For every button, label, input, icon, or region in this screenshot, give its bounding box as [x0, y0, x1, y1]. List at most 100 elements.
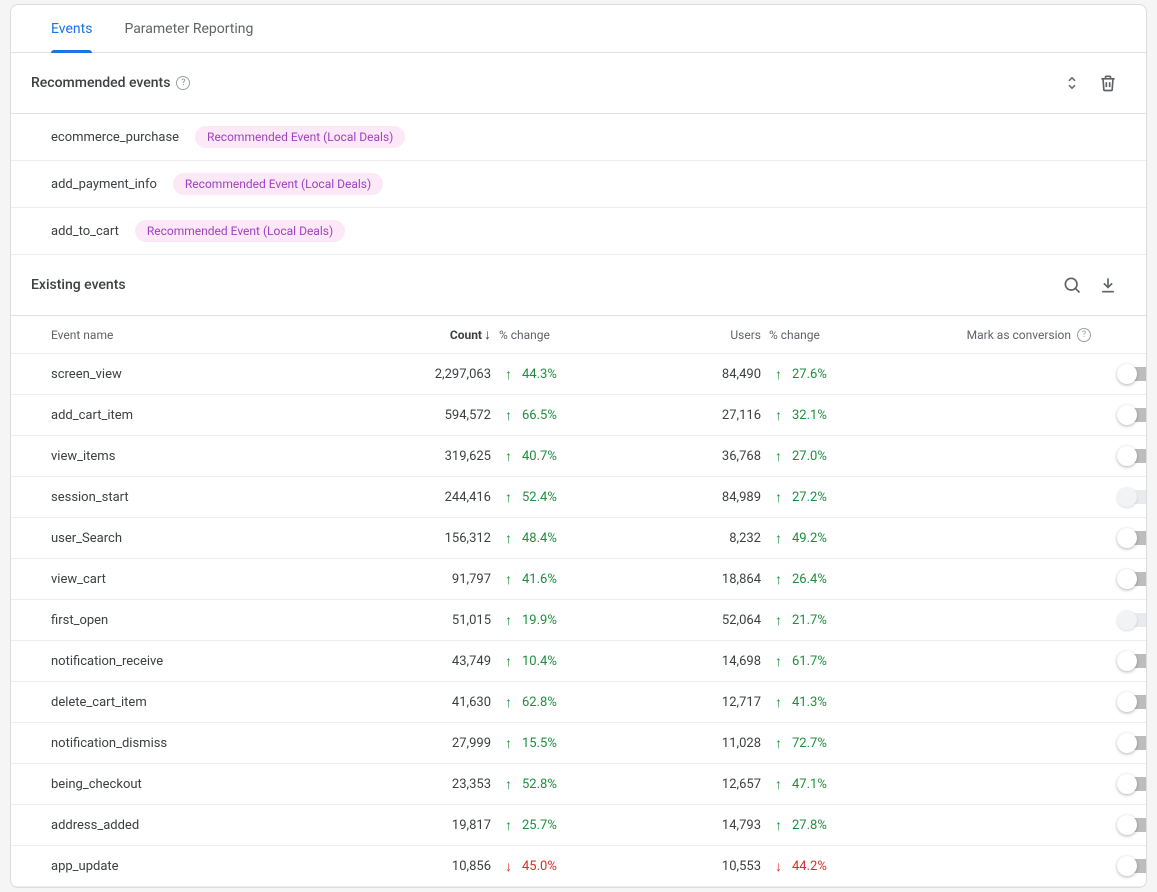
th-event-name[interactable]: Event name: [51, 328, 391, 342]
conversion-toggle[interactable]: [1119, 449, 1147, 463]
event-users: 12,657: [601, 777, 761, 792]
event-name: session_start: [51, 490, 391, 505]
event-users: 36,768: [601, 449, 761, 464]
count-change: ↑62.8%: [491, 694, 601, 711]
users-change: ↑27.8%: [761, 817, 861, 834]
table-row[interactable]: address_added19,817↑25.7%14,793↑27.8%: [11, 805, 1146, 846]
conversion-toggle[interactable]: [1119, 777, 1147, 791]
recommended-event-row[interactable]: ecommerce_purchaseRecommended Event (Loc…: [11, 114, 1146, 161]
arrow-up-icon: ↑: [775, 407, 782, 424]
event-name: add_cart_item: [51, 408, 391, 423]
table-header-row: Event name Count ↓ % change Users % chan…: [11, 316, 1146, 354]
table-row[interactable]: session_start244,416↑52.4%84,989↑27.2%: [11, 477, 1146, 518]
table-row[interactable]: screen_view2,297,063↑44.3%84,490↑27.6%: [11, 354, 1146, 395]
recommended-events-title: Recommended events: [31, 75, 170, 91]
conversion-toggle[interactable]: [1119, 654, 1147, 668]
search-icon[interactable]: [1054, 267, 1090, 303]
recommended-events-header: Recommended events ?: [11, 53, 1146, 114]
arrow-up-icon: ↑: [775, 817, 782, 834]
users-change: ↑41.3%: [761, 694, 861, 711]
conversion-toggle[interactable]: [1119, 572, 1147, 586]
arrow-down-icon: ↓: [775, 858, 782, 875]
tab-events[interactable]: Events: [35, 5, 108, 53]
event-name: app_update: [51, 859, 391, 874]
table-row[interactable]: user_Search156,312↑48.4%8,232↑49.2%: [11, 518, 1146, 559]
conversion-toggle[interactable]: [1119, 408, 1147, 422]
th-count-change[interactable]: % change: [491, 328, 601, 342]
users-change: ↑32.1%: [761, 407, 861, 424]
event-count: 10,856: [391, 859, 491, 874]
event-users: 27,116: [601, 408, 761, 423]
event-count: 244,416: [391, 490, 491, 505]
arrow-up-icon: ↑: [505, 776, 512, 793]
table-row[interactable]: first_open51,015↑19.9%52,064↑21.7%: [11, 600, 1146, 641]
event-name: user_Search: [51, 531, 391, 546]
table-row[interactable]: notification_dismiss27,999↑15.5%11,028↑7…: [11, 723, 1146, 764]
count-change: ↑41.6%: [491, 571, 601, 588]
arrow-up-icon: ↑: [775, 489, 782, 506]
table-row[interactable]: view_cart91,797↑41.6%18,864↑26.4%: [11, 559, 1146, 600]
event-users: 84,989: [601, 490, 761, 505]
th-count[interactable]: Count ↓: [391, 326, 491, 343]
count-change: ↑10.4%: [491, 653, 601, 670]
existing-events-header: Existing events: [11, 255, 1146, 316]
arrow-up-icon: ↑: [505, 530, 512, 547]
event-count: 594,572: [391, 408, 491, 423]
arrow-up-icon: ↑: [505, 571, 512, 588]
recommended-event-badge: Recommended Event (Local Deals): [135, 220, 345, 242]
table-row[interactable]: app_update10,856↓45.0%10,553↓44.2%: [11, 846, 1146, 887]
event-name: first_open: [51, 613, 391, 628]
users-change: ↑27.6%: [761, 366, 861, 383]
users-change: ↑47.1%: [761, 776, 861, 793]
th-users-change[interactable]: % change: [761, 328, 861, 342]
count-change: ↑44.3%: [491, 366, 601, 383]
event-users: 10,553: [601, 859, 761, 874]
conversion-toggle[interactable]: [1119, 531, 1147, 545]
arrow-up-icon: ↑: [505, 407, 512, 424]
recommended-events-list: ecommerce_purchaseRecommended Event (Loc…: [11, 114, 1146, 255]
recommended-event-row[interactable]: add_to_cartRecommended Event (Local Deal…: [11, 208, 1146, 255]
expand-collapse-icon[interactable]: [1054, 65, 1090, 101]
arrow-up-icon: ↑: [775, 776, 782, 793]
count-change: ↑15.5%: [491, 735, 601, 752]
help-icon[interactable]: ?: [176, 76, 190, 90]
th-users[interactable]: Users: [601, 328, 761, 342]
download-icon[interactable]: [1090, 267, 1126, 303]
conversion-toggle[interactable]: [1119, 859, 1147, 873]
delete-icon[interactable]: [1090, 65, 1126, 101]
conversion-toggle[interactable]: [1119, 736, 1147, 750]
users-change: ↑27.2%: [761, 489, 861, 506]
recommended-event-row[interactable]: add_payment_info Recommended Event (Local…: [11, 161, 1146, 208]
table-row[interactable]: delete_cart_item41,630↑62.8%12,717↑41.3%: [11, 682, 1146, 723]
help-icon[interactable]: ?: [1077, 328, 1091, 342]
event-users: 14,793: [601, 818, 761, 833]
users-change: ↑49.2%: [761, 530, 861, 547]
users-change: ↑21.7%: [761, 612, 861, 629]
event-users: 8,232: [601, 531, 761, 546]
event-count: 319,625: [391, 449, 491, 464]
conversion-toggle[interactable]: [1119, 367, 1147, 381]
table-row[interactable]: view_items319,625↑40.7%36,768↑27.0%: [11, 436, 1146, 477]
table-row[interactable]: add_cart_item594,572↑66.5%27,116↑32.1%: [11, 395, 1146, 436]
recommended-event-name: add_payment_info: [51, 177, 157, 192]
recommended-event-badge: Recommended Event (Local Deals): [173, 173, 383, 195]
arrow-up-icon: ↑: [775, 448, 782, 465]
conversion-toggle: [1119, 490, 1147, 504]
tab-parameter-reporting[interactable]: Parameter Reporting: [108, 5, 269, 53]
event-users: 12,717: [601, 695, 761, 710]
count-change: ↑52.4%: [491, 489, 601, 506]
event-name: delete_cart_item: [51, 695, 391, 710]
arrow-up-icon: ↑: [775, 735, 782, 752]
conversion-toggle[interactable]: [1119, 695, 1147, 709]
existing-events-title: Existing events: [31, 277, 126, 293]
event-count: 43,749: [391, 654, 491, 669]
users-change: ↑26.4%: [761, 571, 861, 588]
event-name: view_cart: [51, 572, 391, 587]
conversion-toggle[interactable]: [1119, 818, 1147, 832]
users-change: ↑61.7%: [761, 653, 861, 670]
event-name: screen_view: [51, 367, 391, 382]
table-row[interactable]: notification_receive43,749↑10.4%14,698↑6…: [11, 641, 1146, 682]
users-change: ↑27.0%: [761, 448, 861, 465]
sort-desc-icon: ↓: [484, 326, 491, 343]
table-row[interactable]: being_checkout23,353↑52.8%12,657↑47.1%: [11, 764, 1146, 805]
